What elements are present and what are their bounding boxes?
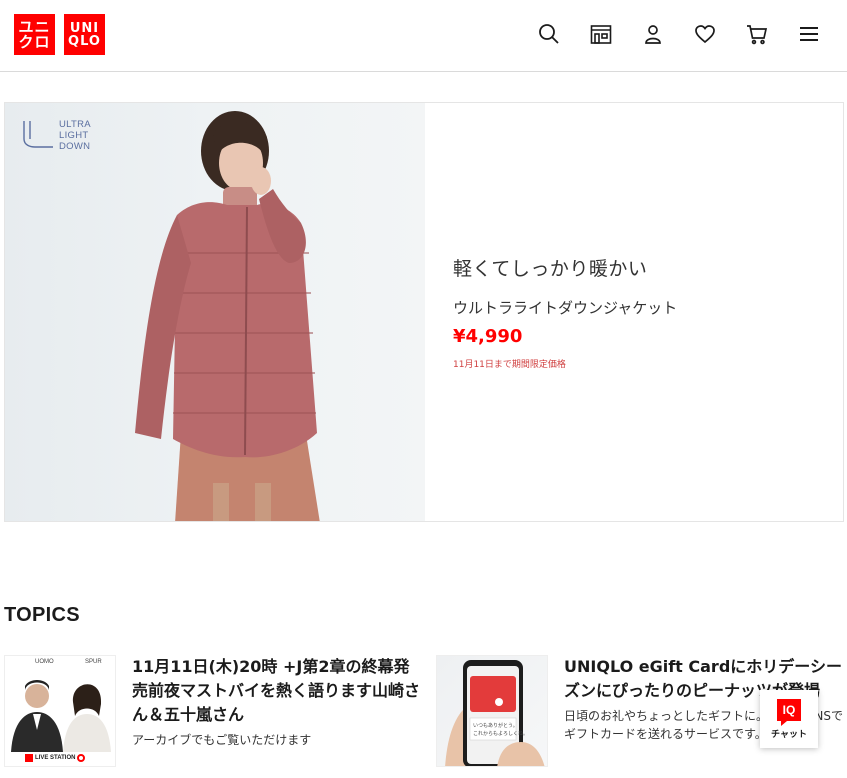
iq-chat-icon: IQ [777, 698, 801, 726]
brand-text-line2: LIGHT [59, 130, 89, 141]
topic-item[interactable]: UOMO SPUR LIVE STATION 11月11日(木)20時 +J第2… [4, 655, 422, 767]
live-ring-icon [77, 754, 86, 762]
ul-mark-icon [23, 121, 53, 148]
ultra-light-down-text: ULTRA LIGHT DOWN [59, 119, 91, 152]
hero-text-panel: 軽くてしっかり暖かい ウルトラライトダウンジャケット ¥4,990 11月11日… [425, 103, 843, 521]
logo-jp-line2: クロ [18, 32, 51, 51]
topic-description: アーカイブでもご覧いただけます [132, 733, 312, 747]
hero-banner[interactable]: ULTRA LIGHT DOWN 軽くてしっかり暖かい ウルトラライトダウンジャ… [4, 102, 844, 522]
two-presenters-illustration [11, 680, 111, 752]
brand-text-line1: ULTRA [59, 119, 91, 130]
account-icon[interactable] [641, 22, 665, 46]
card-message-line1: いつもありがとう。 [473, 722, 518, 729]
hero-image: ULTRA LIGHT DOWN [5, 103, 425, 521]
chat-button[interactable]: IQ チャット [760, 690, 818, 748]
search-icon[interactable] [537, 22, 561, 46]
wishlist-heart-icon[interactable] [693, 22, 717, 46]
store-icon[interactable] [589, 22, 613, 46]
topic-thumbnail: いつもありがとう。 これからもよろしくね。 [436, 655, 548, 767]
hero-product-name: ウルトラライトダウンジャケット [453, 299, 678, 317]
uniqlo-logo-english[interactable]: UNI QLO [64, 14, 105, 55]
phone-with-egift-card-illustration: いつもありがとう。 これからもよろしくね。 [445, 660, 545, 766]
brand-text-line3: DOWN [59, 141, 91, 152]
uniqlo-logo-japanese[interactable]: ユニ クロ [14, 14, 55, 55]
chat-label: チャット [771, 729, 807, 740]
header-icons [537, 22, 821, 46]
hero-price: ¥4,990 [453, 326, 523, 347]
hero-price-note: 11月11日まで期間限定価格 [453, 360, 566, 370]
topic-body: 11月11日(木)20時 +J第2章の終幕発売前夜マストバイを熱く語ります山崎さ… [132, 655, 422, 767]
topic-thumbnail: UOMO SPUR LIVE STATION [4, 655, 116, 767]
live-red-square-icon [25, 754, 33, 762]
live-station-text: LIVE STATION [35, 755, 76, 761]
topics-heading: TOPICS [4, 604, 80, 626]
cart-icon[interactable] [745, 22, 769, 46]
logo-en-line1: UNI [69, 20, 100, 36]
topic-title[interactable]: 11月11日(木)20時 +J第2章の終幕発売前夜マストバイを熱く語ります山崎さ… [132, 655, 422, 727]
card-message-line2: これからもよろしくね。 [473, 730, 528, 737]
menu-icon[interactable] [797, 22, 821, 46]
hero-headline: 軽くてしっかり暖かい [453, 258, 648, 280]
site-header: ユニ クロ UNI QLO [0, 0, 847, 72]
ultra-light-down-logo: ULTRA LIGHT DOWN [21, 119, 91, 152]
live-station-badge: LIVE STATION [25, 754, 86, 762]
logo-en-line2: QLO [68, 33, 101, 49]
model-in-pink-down-jacket-illustration [135, 111, 320, 521]
